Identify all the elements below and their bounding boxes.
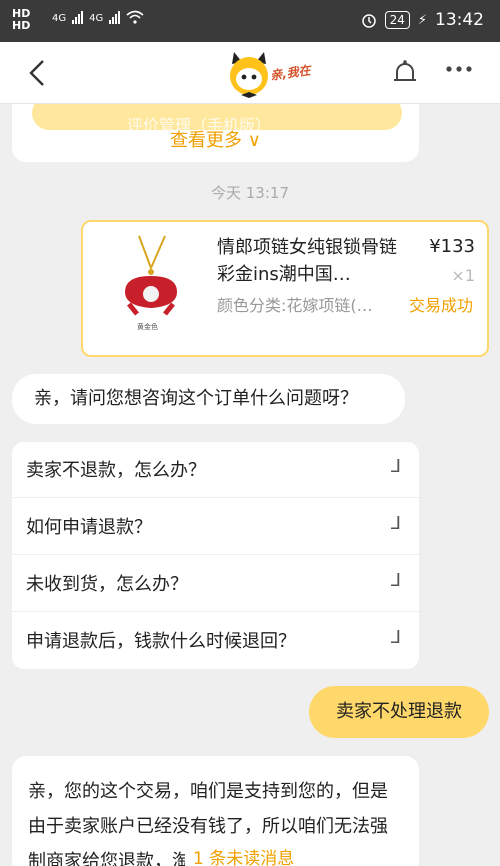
order-card[interactable]: 黄金色 情郎项链女纯银锁骨链彩金ins潮中国… ¥133 ×1 颜色分类:花嫁项… — [81, 220, 489, 357]
alarm-icon — [361, 14, 376, 28]
hd-label-2: HD — [12, 19, 31, 32]
faq-list: 卖家不退款，怎么办？ ᒧ 如何申请退款？ ᒧ 未收到货，怎么办？ ᒧ 申请退款后… — [12, 442, 419, 669]
product-spec: 颜色分类:花嫁项链(… — [217, 296, 373, 315]
assistant-question-bubble: 亲，请问您想咨询这个订单什么问题呀？ — [12, 374, 405, 424]
more-options-button[interactable] — [444, 54, 474, 91]
notification-bell-button[interactable] — [390, 58, 420, 88]
product-quantity: ×1 — [451, 266, 475, 285]
faq-item-label: 未收到货，怎么办？ — [26, 574, 188, 595]
more-icon — [446, 66, 472, 72]
user-message-bubble: 卖家不处理退款 — [309, 686, 489, 738]
product-title: 情郎项链女纯银锁骨链彩金ins潮中国… — [217, 237, 397, 285]
message-timestamp: 今天 13:17 — [211, 184, 289, 202]
status-right: 24 ⚡ 13:42 — [361, 10, 484, 30]
faq-item-label: 如何申请退款？ — [26, 517, 152, 538]
network-indicator: HD HD — [12, 8, 30, 32]
signal-indicators: 4G 4G — [52, 10, 144, 24]
unread-messages-badge[interactable]: 1 条未读消息 — [185, 844, 315, 866]
chevron-right-icon: ᒧ — [390, 456, 401, 477]
product-image-caption: 黄金色 — [137, 323, 158, 331]
charging-icon: ⚡ — [417, 12, 427, 28]
chevron-right-icon: ᒧ — [390, 513, 401, 534]
battery-indicator: 24 — [384, 11, 410, 29]
faq-item[interactable]: 如何申请退款？ ᒧ — [12, 499, 419, 555]
signal-4g-label: 4G — [52, 13, 67, 24]
chevron-right-icon: ᒧ — [390, 570, 401, 591]
product-image: 黄金色 — [117, 234, 187, 334]
chevron-left-icon — [29, 60, 44, 86]
view-more-link[interactable]: 查看更多 ∨ — [12, 126, 419, 152]
previous-message-card: 评价管理（手机版） 查看更多 ∨ — [12, 104, 419, 162]
faq-item[interactable]: 未收到货，怎么办？ ᒧ — [12, 556, 419, 612]
faq-item[interactable]: 卖家不退款，怎么办？ ᒧ — [12, 442, 419, 498]
faq-item-label: 申请退款后，钱款什么时候退回？ — [26, 631, 296, 652]
chevron-right-icon: ᒧ — [390, 627, 401, 648]
status-bar: HD HD 4G 4G 24 ⚡ 13:42 — [0, 0, 500, 42]
back-button[interactable] — [28, 58, 46, 96]
faq-item-label: 卖家不退款，怎么办？ — [26, 460, 206, 481]
wifi-icon — [126, 10, 144, 24]
product-price: ¥133 — [429, 236, 475, 257]
order-status: 交易成功 — [408, 296, 473, 315]
signal-icon — [72, 11, 84, 24]
assistant-logo: 亲,我在 — [228, 46, 318, 100]
clock: 13:42 — [435, 10, 484, 30]
necklace-image — [125, 235, 177, 316]
signal-4g-label-2: 4G — [89, 13, 104, 24]
bell-icon — [394, 60, 416, 81]
nav-bar: 亲,我在 — [0, 42, 500, 104]
faq-item[interactable]: 申请退款后，钱款什么时候退回？ ᒧ — [12, 613, 419, 669]
signal-icon-2 — [109, 11, 121, 24]
